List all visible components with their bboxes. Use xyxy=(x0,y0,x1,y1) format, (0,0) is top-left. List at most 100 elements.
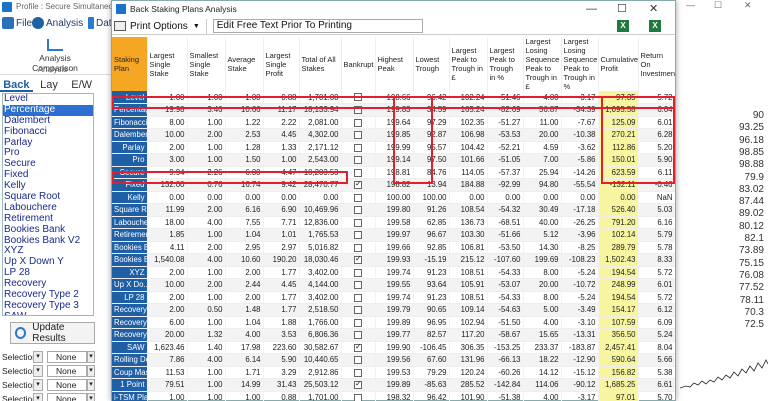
main-maximize-icon[interactable]: ☐ xyxy=(714,0,722,11)
bankrupt-checkbox[interactable] xyxy=(354,293,362,302)
print-options-button[interactable]: Print Options ▼ xyxy=(112,18,207,34)
bankrupt-checkbox[interactable] xyxy=(354,243,362,252)
table-row[interactable]: LP 28 2.00 1.00 2.00 1.77 3,402.00 199.74 91.23… xyxy=(112,291,675,304)
column-header[interactable]: Lowest Trough xyxy=(413,37,450,91)
main-close-icon[interactable]: ✕ xyxy=(744,0,752,11)
plan-list-item[interactable]: SAW xyxy=(3,311,93,315)
bankrupt-checkbox[interactable] xyxy=(354,342,362,352)
selection-value-dropdown[interactable]: ▾ xyxy=(87,351,95,363)
table-row[interactable]: Up X Do.. 10.00 2.00 2.44 4.45 4,144.00 199.55… xyxy=(112,278,675,292)
dialog-close-icon[interactable]: ✕ xyxy=(649,2,658,16)
table-row[interactable]: Kelly 0.00 0.00 0.00 0.00 0.00 100.00 100.00 0.0… xyxy=(112,191,675,204)
dialog-maximize-icon[interactable]: ☐ xyxy=(617,2,627,16)
table-row[interactable]: Fibonacci 8.00 1.00 1.22 2.22 2,081.00 199.64 9… xyxy=(112,116,675,129)
table-row[interactable]: 1 Point79.511.0014.9931.4325,503.12 199.8… xyxy=(112,378,675,392)
bankrupt-checkbox[interactable] xyxy=(354,231,362,240)
selection-value[interactable]: None xyxy=(47,393,87,401)
bankrupt-checkbox[interactable] xyxy=(354,393,362,401)
bankrupt-checkbox[interactable] xyxy=(354,118,362,127)
table-row[interactable]: i-TSM Plan1.001.001.000.881,701.00198.32… xyxy=(112,391,675,401)
column-header[interactable]: Return On Investment xyxy=(638,37,675,91)
table-row[interactable]: Rolling Do..7.864.006.145.9010,440.65 199… xyxy=(112,353,675,367)
bankrupt-checkbox[interactable] xyxy=(354,379,362,390)
table-cell: 105.91 xyxy=(449,278,488,292)
table-row[interactable]: Retirement1.851.001.041.011,765.53 199.97… xyxy=(112,228,675,242)
table-row[interactable]: Bookies B..1,540.084.0010.60190.2018,030… xyxy=(112,253,675,267)
bankrupt-checkbox[interactable] xyxy=(354,156,362,165)
bankrupt-checkbox[interactable] xyxy=(354,168,362,177)
selection-value[interactable]: None xyxy=(47,379,87,391)
table-row[interactable]: SAW1,623.461.4017.98223.6030,582.67 199.9… xyxy=(112,341,675,354)
table-row[interactable]: Parlay 2.00 1.00 1.28 1.33 2,171.12 199.99 95.5… xyxy=(112,141,675,154)
table-row[interactable]: Bookies B..4.112.002.952.975,016.82 199.6… xyxy=(112,241,675,254)
table-row[interactable]: Recovery..20.001.324.003.536,806.36 199.7… xyxy=(112,328,675,342)
update-results-button[interactable]: Update Results xyxy=(10,322,95,344)
selection-operator-dropdown[interactable]: ▾ xyxy=(33,351,43,363)
table-row[interactable]: Recovery 2.00 0.50 1.48 1.77 2,518.50 199.79 90… xyxy=(112,303,675,317)
column-header[interactable]: Bankrupt xyxy=(341,37,376,91)
column-header[interactable]: Smallest Single Stake xyxy=(187,37,226,91)
export-excel-alt-icon[interactable]: X xyxy=(649,20,661,32)
selection-operator-dropdown[interactable]: ▾ xyxy=(33,393,43,401)
bankrupt-checkbox[interactable] xyxy=(354,93,362,102)
column-header[interactable]: Highest Peak xyxy=(375,37,414,91)
ribbon-tab-file[interactable]: File xyxy=(2,15,32,31)
selection-value[interactable]: None xyxy=(47,365,87,377)
column-header[interactable]: Cumulative Profit xyxy=(598,37,639,91)
table-row[interactable]: Percentage19.983.4610.6611.1718,133.94 19… xyxy=(112,103,675,117)
bankrupt-checkbox[interactable] xyxy=(354,368,362,377)
selection-operator-dropdown[interactable]: ▾ xyxy=(33,379,43,391)
bankrupt-checkbox[interactable] xyxy=(354,306,362,315)
tab-lay[interactable]: Lay xyxy=(33,78,66,92)
bankrupt-checkbox[interactable] xyxy=(354,356,362,365)
column-header[interactable]: Largest Peak to Trough in % xyxy=(487,37,524,91)
selection-value[interactable]: None xyxy=(47,351,87,363)
table-row[interactable]: Secure 9.94 2.26 6.00 4.47 10,203.53 198.81 84.… xyxy=(112,166,675,179)
table-cell: 194.54 xyxy=(598,266,639,279)
table-row[interactable]: XYZ 2.00 1.00 2.00 1.77 3,402.00 199.74 91.23 10… xyxy=(112,266,675,279)
bankrupt-checkbox[interactable] xyxy=(354,193,362,202)
bankrupt-checkbox[interactable] xyxy=(354,179,362,190)
free-text-input[interactable]: Edit Free Text Prior To Printing xyxy=(212,19,423,33)
table-row[interactable]: Labouche..18.004.007.557.7112,836.00 199.… xyxy=(112,216,675,229)
column-header[interactable]: Total of All Stakes xyxy=(299,37,342,91)
column-header[interactable]: Staking Plan xyxy=(112,37,148,91)
table-row[interactable]: Level 1.00 1.00 1.00 0.88 1,701.00 198.66 96.42… xyxy=(112,91,675,104)
bankrupt-checkbox[interactable] xyxy=(354,218,362,227)
table-row[interactable]: Fixed132.000.7616.749.4228,470.77198.821… xyxy=(112,178,675,192)
plan-list-item[interactable]: Fibonacci xyxy=(3,126,93,138)
table-row[interactable]: Coup Mas..11.531.001.713.292,912.86 199.5… xyxy=(112,366,675,379)
selection-operator-dropdown[interactable]: ▾ xyxy=(33,365,43,377)
plan-list-item[interactable]: Bookies Bank xyxy=(3,224,93,236)
column-header[interactable]: Largest Losing Sequence Peak to Trough i… xyxy=(523,37,562,91)
table-row[interactable]: Square R..11.992.006.166.9010,469.96 199.… xyxy=(112,203,675,217)
row-plan-name: Up X Do.. xyxy=(112,278,148,292)
bankrupt-checkbox[interactable] xyxy=(354,106,362,115)
column-header[interactable]: Largest Peak to Trough in £ xyxy=(449,37,488,91)
column-header[interactable]: Largest Single Profit xyxy=(263,37,300,91)
main-minimize-icon[interactable]: — xyxy=(686,0,695,10)
selection-value-dropdown[interactable]: ▾ xyxy=(87,393,95,401)
table-row[interactable]: Recovery..6.001.001.041.881,766.00 199.89… xyxy=(112,316,675,329)
bankrupt-checkbox[interactable] xyxy=(354,331,362,340)
dialog-minimize-icon[interactable]: — xyxy=(586,2,597,16)
column-header[interactable]: Largest Single Stake xyxy=(147,37,188,91)
bankrupt-checkbox[interactable] xyxy=(354,143,362,152)
column-header[interactable]: Average Stake xyxy=(225,37,264,91)
selection-value-dropdown[interactable]: ▾ xyxy=(87,365,95,377)
column-header[interactable]: Largest Losing Sequence Peak to Trough i… xyxy=(561,37,599,91)
bankrupt-checkbox[interactable] xyxy=(354,318,362,327)
tab-ew[interactable]: E/W xyxy=(65,78,98,92)
selection-value-dropdown[interactable]: ▾ xyxy=(87,379,95,391)
ribbon-tab-analysis[interactable]: Analysis xyxy=(32,15,83,31)
export-excel-icon[interactable]: X xyxy=(617,20,629,32)
bankrupt-checkbox[interactable] xyxy=(354,281,362,290)
staking-plan-list[interactable]: Level Percentage Dalembert Fibonacci Parlay P… xyxy=(2,93,94,316)
bankrupt-checkbox[interactable] xyxy=(354,206,362,215)
tab-back[interactable]: Back xyxy=(0,78,33,92)
bankrupt-checkbox[interactable] xyxy=(354,254,362,265)
bankrupt-checkbox[interactable] xyxy=(354,131,362,140)
table-row[interactable]: Pro 3.00 1.00 1.50 1.00 2,543.00 199.14 97.50 10… xyxy=(112,153,675,167)
table-row[interactable]: Dalembert 10.00 2.00 2.53 4.45 4,302.00 199.85… xyxy=(112,128,675,142)
bankrupt-checkbox[interactable] xyxy=(354,268,362,277)
